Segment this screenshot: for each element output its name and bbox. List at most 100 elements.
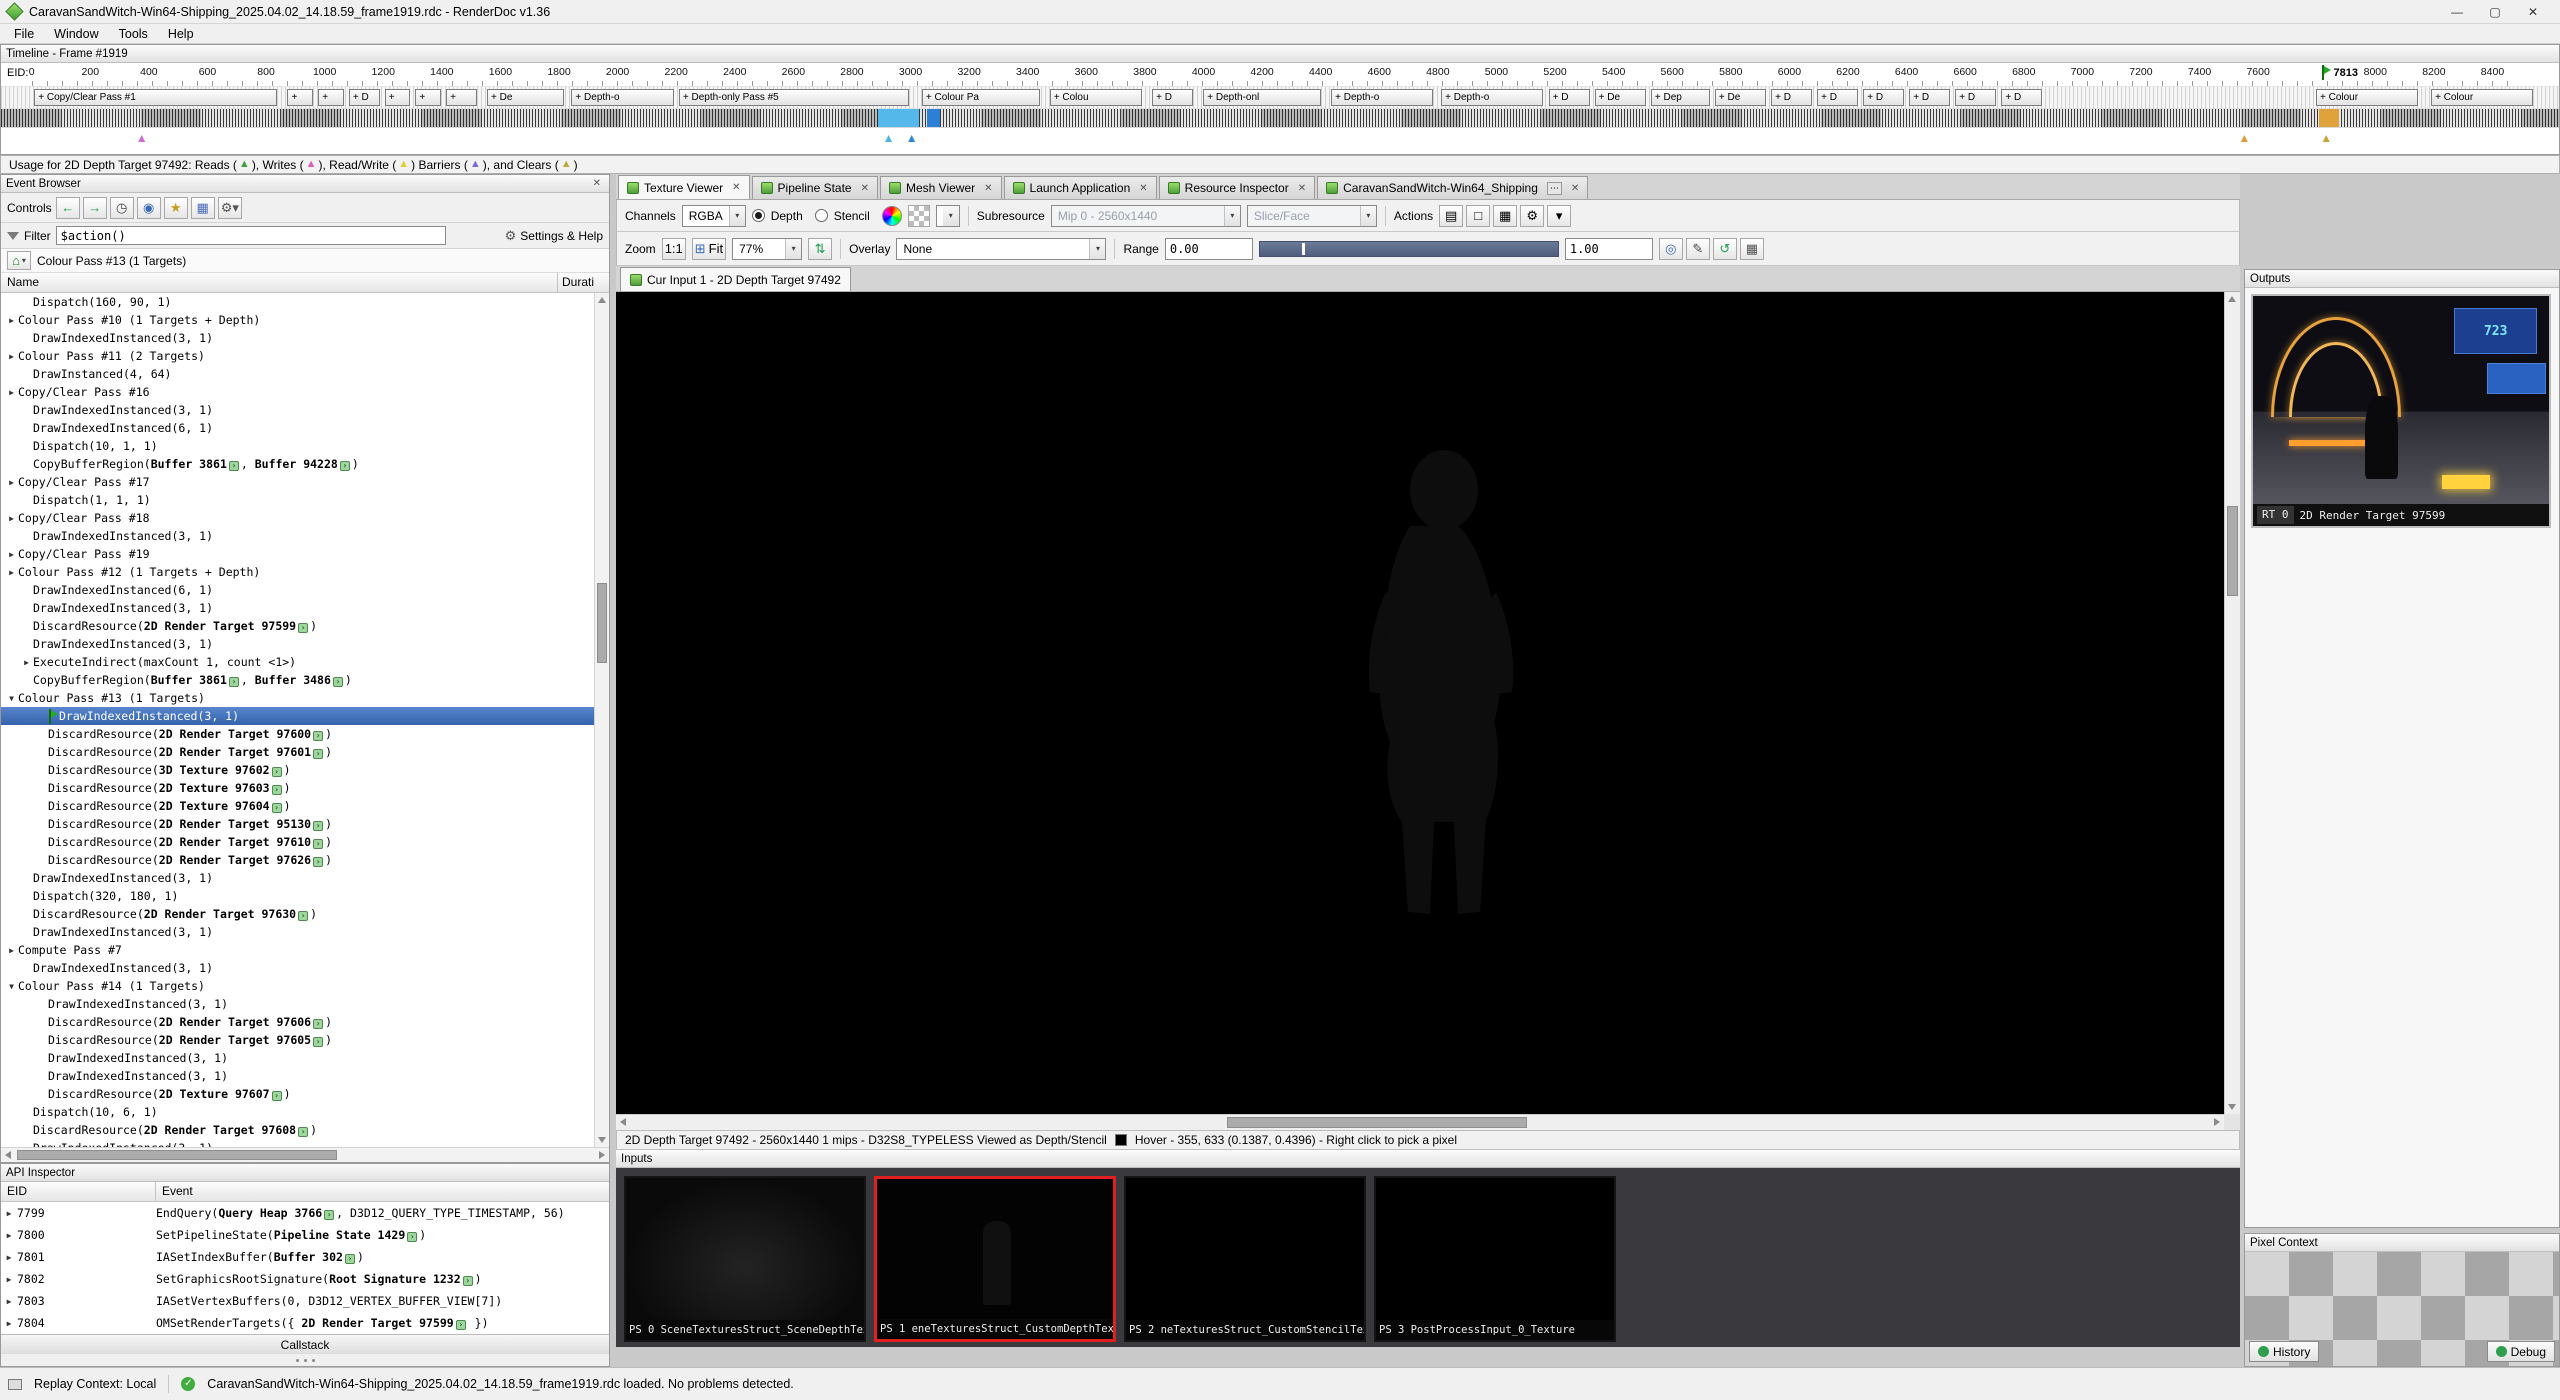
timeline-usage-marker[interactable]: ▲	[2238, 132, 2250, 144]
scrollbar-thumb[interactable]	[1227, 1117, 1527, 1128]
event-row[interactable]: DrawIndexedInstanced(3, 1)	[1, 959, 594, 977]
goto-resource-icon[interactable]: ›	[340, 461, 350, 471]
timeline-pass-chip[interactable]: + Depth-o	[571, 89, 673, 106]
timeline-pass-chip[interactable]: + Depth-o	[1441, 89, 1543, 106]
event-row[interactable]: DiscardResource(2D Render Target 97610›)	[1, 833, 594, 851]
timeline-pass-chip[interactable]: + D	[1909, 89, 1950, 106]
breadcrumb[interactable]: Colour Pass #13 (1 Targets)	[37, 254, 186, 268]
goto-resource-icon[interactable]: ›	[229, 677, 239, 687]
splitter-grip[interactable]	[1, 1354, 609, 1366]
texture-display[interactable]	[616, 292, 2224, 1114]
scroll-right-icon[interactable]	[599, 1151, 605, 1159]
copy-action-button[interactable]: ▤	[1439, 205, 1463, 227]
timeline-pass-chip[interactable]: + Colour Pa	[922, 89, 1040, 106]
menu-window[interactable]: Window	[44, 25, 108, 43]
expander-icon[interactable]: ▶	[1, 1319, 17, 1328]
range-slider[interactable]	[1259, 241, 1559, 257]
api-call-list[interactable]: ▶7799EndQuery(Query Heap 3766›, D3D12_QU…	[1, 1202, 609, 1334]
timeline-pass-chip[interactable]: + D	[1771, 89, 1812, 106]
tab-close-icon[interactable]: ✕	[1139, 183, 1147, 194]
timeline-pass-chip[interactable]: + D	[1955, 89, 1996, 106]
expander-icon[interactable]: ▶	[5, 514, 18, 523]
goto-resource-icon[interactable]: ›	[313, 839, 323, 849]
event-row[interactable]: DiscardResource(2D Render Target 97606›)	[1, 1013, 594, 1031]
input-thumbnail[interactable]: PS 2 neTexturesStruct_CustomStencilText	[1124, 1176, 1366, 1342]
event-row[interactable]: ▼Colour Pass #14 (1 Targets)	[1, 977, 594, 995]
api-call-row[interactable]: ▶7801IASetIndexBuffer(Buffer 302›)	[1, 1246, 609, 1268]
event-row[interactable]: DrawIndexedInstanced(6, 1)	[1, 581, 594, 599]
duration-column-header[interactable]: Durati	[557, 273, 594, 292]
tab-close-icon[interactable]: ✕	[861, 183, 869, 194]
alpha-background-button[interactable]	[908, 205, 930, 227]
timeline-pass-chip[interactable]: + Copy/Clear Pass #1	[34, 89, 277, 106]
visualisation-dropdown[interactable]: ▾	[936, 205, 960, 227]
expander-icon[interactable]: ▶	[20, 658, 33, 667]
tab-resource-inspector[interactable]: Resource Inspector✕	[1159, 176, 1315, 199]
timeline-marker-track[interactable]: ▲▲▲▲▲	[1, 128, 2559, 154]
event-row[interactable]: CopyBufferRegion(Buffer 3861›, Buffer 94…	[1, 455, 594, 473]
api-call-row[interactable]: ▶7802SetGraphicsRootSignature(Root Signa…	[1, 1268, 609, 1290]
goto-resource-icon[interactable]: ›	[272, 1091, 282, 1101]
expander-icon[interactable]: ▶	[5, 550, 18, 559]
event-row[interactable]: DrawIndexedInstanced(3, 1)	[1, 869, 594, 887]
api-column-header[interactable]: EID Event	[1, 1182, 609, 1202]
goto-resource-icon[interactable]: ›	[324, 1210, 334, 1220]
range-max-input[interactable]	[1565, 238, 1653, 260]
goto-resource-icon[interactable]: ›	[333, 677, 343, 687]
goto-resource-icon[interactable]: ›	[313, 1019, 323, 1029]
event-row[interactable]: DiscardResource(2D Render Target 97601›)	[1, 743, 594, 761]
event-row[interactable]: ▶Copy/Clear Pass #17	[1, 473, 594, 491]
event-row[interactable]: DiscardResource(2D Render Target 97599›)	[1, 617, 594, 635]
event-row[interactable]: DrawIndexedInstanced(3, 1)	[1, 527, 594, 545]
event-row[interactable]: DiscardResource(2D Render Target 97626›)	[1, 851, 594, 869]
goto-resource-icon[interactable]: ›	[298, 1127, 308, 1137]
range-histogram-button[interactable]: ▦	[1740, 238, 1764, 260]
timeline-pass-chip[interactable]: +	[287, 89, 313, 106]
goto-resource-icon[interactable]: ›	[456, 1320, 466, 1330]
timeline-pass-chip[interactable]: + Colou	[1050, 89, 1142, 106]
goto-resource-icon[interactable]: ›	[313, 731, 323, 741]
event-row[interactable]: DrawIndexedInstanced(3, 1)	[1, 401, 594, 419]
api-call-row[interactable]: ▶7803IASetVertexBuffers(0, D3D12_VERTEX_…	[1, 1290, 609, 1312]
event-row[interactable]: ▶Copy/Clear Pass #16	[1, 383, 594, 401]
event-row[interactable]: DrawIndexedInstanced(3, 1)	[1, 1067, 594, 1085]
event-row[interactable]: ▶Colour Pass #12 (1 Targets + Depth)	[1, 563, 594, 581]
expander-icon[interactable]: ▶	[5, 316, 18, 325]
event-row[interactable]: CopyBufferRegion(Buffer 3861›, Buffer 34…	[1, 671, 594, 689]
input-thumbnail[interactable]: 723PS 3 PostProcessInput_0_Texture	[1374, 1176, 1616, 1342]
tab-close-icon[interactable]: ✕	[1571, 183, 1579, 194]
timeline-pass-chip[interactable]: + Colour	[2316, 89, 2418, 106]
timeline-pass-chip[interactable]: + Depth-o	[1331, 89, 1433, 106]
timeline-pass-chip[interactable]: + D	[2001, 89, 2042, 106]
filter-input[interactable]	[56, 226, 446, 245]
texture-vertical-scrollbar[interactable]	[2224, 292, 2240, 1114]
event-row[interactable]: DiscardResource(2D Render Target 97630›)	[1, 905, 594, 923]
scroll-down-icon[interactable]	[598, 1137, 606, 1143]
actions-dropdown-button[interactable]: ▾	[1547, 205, 1571, 227]
tab-pipeline-state[interactable]: Pipeline State✕	[752, 176, 878, 199]
panel-close-icon[interactable]: ✕	[590, 178, 604, 189]
event-row[interactable]: DiscardResource(2D Texture 97607›)	[1, 1085, 594, 1103]
find-event-button[interactable]: ◉	[137, 197, 161, 219]
event-row[interactable]: Dispatch(160, 90, 1)	[1, 293, 594, 311]
callstack-section[interactable]: Callstack	[1, 1334, 609, 1354]
timeline-pass-chip[interactable]: + De	[1595, 89, 1646, 106]
event-row[interactable]: ▶Copy/Clear Pass #19	[1, 545, 594, 563]
step-forward-button[interactable]: →	[83, 197, 107, 219]
event-row[interactable]: DiscardResource(2D Texture 97603›)	[1, 779, 594, 797]
close-button[interactable]: ✕	[2514, 5, 2552, 19]
menu-help[interactable]: Help	[158, 25, 204, 43]
tab-close-icon[interactable]: ✕	[1298, 183, 1306, 194]
event-row[interactable]: DrawIndexedInstanced(3, 1)	[1, 1139, 594, 1147]
event-row[interactable]: DrawIndexedInstanced(3, 1)	[1, 995, 594, 1013]
depth-radio[interactable]	[752, 209, 765, 222]
scroll-left-icon[interactable]	[620, 1118, 626, 1126]
event-row[interactable]: DiscardResource(2D Render Target 95130›)	[1, 815, 594, 833]
range-slider-handle[interactable]	[1302, 243, 1305, 255]
goto-resource-icon[interactable]: ›	[313, 1037, 323, 1047]
event-row[interactable]: Dispatch(320, 180, 1)	[1, 887, 594, 905]
api-call-row[interactable]: ▶7800SetPipelineState(Pipeline State 142…	[1, 1224, 609, 1246]
replay-context-label[interactable]: Replay Context: Local	[34, 1377, 156, 1391]
event-row[interactable]: DrawIndexedInstanced(3, 1)	[1, 707, 594, 725]
event-column-header[interactable]: Event	[156, 1182, 193, 1201]
